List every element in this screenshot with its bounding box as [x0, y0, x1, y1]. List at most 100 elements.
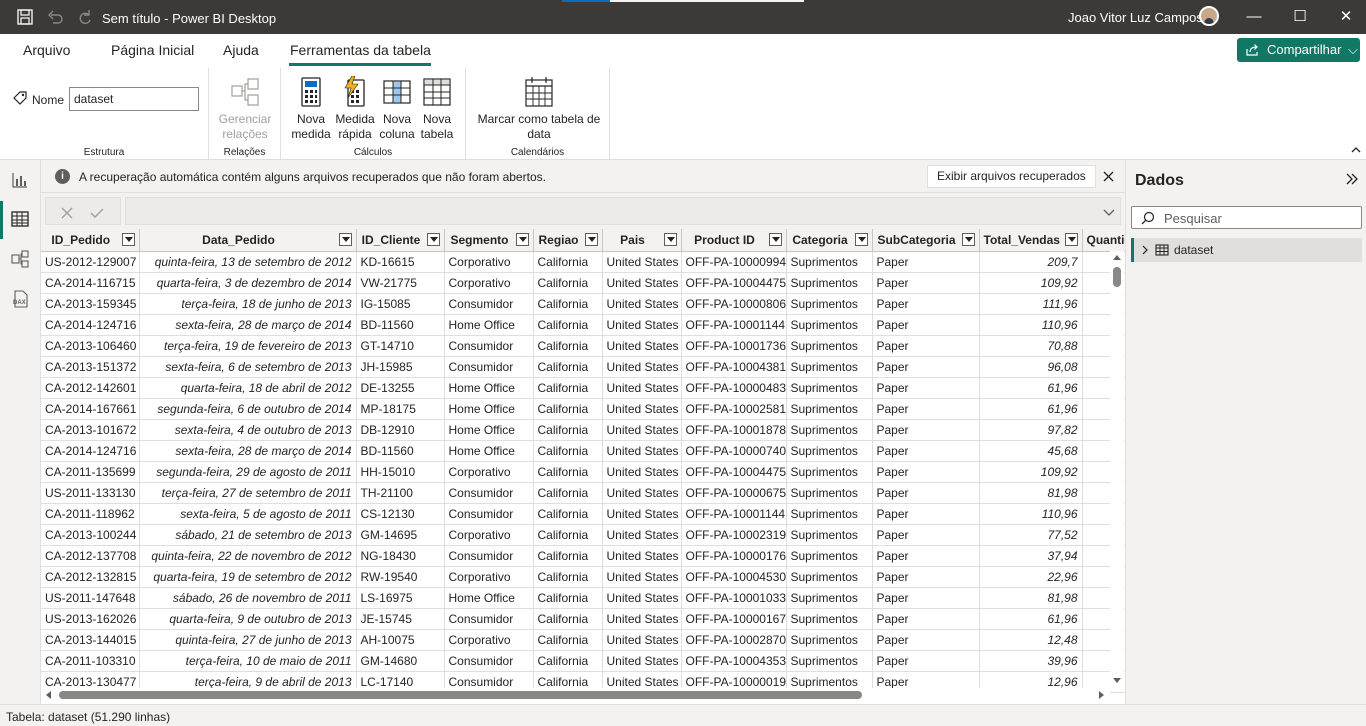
- cell-regiao[interactable]: California: [533, 251, 603, 273]
- new-table-button[interactable]: Nova tabela: [417, 76, 457, 142]
- column-header-categoria[interactable]: Categoria: [786, 229, 873, 252]
- cell-product-id[interactable]: OFF-PA-10002581: [681, 398, 787, 420]
- minimize-icon[interactable]: —: [1245, 8, 1263, 26]
- close-window-icon[interactable]: ✕: [1337, 8, 1355, 26]
- cell-pais[interactable]: United States: [602, 650, 682, 672]
- cell-product-id[interactable]: OFF-PA-10001144: [681, 314, 787, 336]
- cell-regiao[interactable]: California: [533, 377, 603, 399]
- cell-id-pedido[interactable]: CA-2011-103310: [41, 650, 140, 672]
- vertical-scroll-thumb[interactable]: [1113, 267, 1121, 287]
- cell-categoria[interactable]: Suprimentos: [786, 524, 873, 546]
- scroll-down-icon[interactable]: [1113, 678, 1121, 683]
- manage-relations-button[interactable]: Gerenciar relações: [217, 76, 273, 142]
- cell-total-vendas[interactable]: 37,94: [979, 545, 1083, 567]
- cell-id-cliente[interactable]: IG-15085: [356, 293, 445, 315]
- cell-regiao[interactable]: California: [533, 461, 603, 483]
- cell-data-pedido[interactable]: quarta-feira, 18 de abril de 2012: [139, 377, 357, 399]
- cell-product-id[interactable]: OFF-PA-10004353: [681, 650, 787, 672]
- new-measure-button[interactable]: Nova medida: [289, 76, 333, 142]
- cell-segmento[interactable]: Consumidor: [444, 608, 534, 630]
- vertical-scrollbar[interactable]: [1110, 251, 1124, 688]
- cell-data-pedido[interactable]: quarta-feira, 19 de setembro de 2012: [139, 566, 357, 588]
- cell-subcategoria[interactable]: Paper: [872, 587, 980, 609]
- filter-dropdown-icon[interactable]: [338, 233, 352, 246]
- cell-segmento[interactable]: Home Office: [444, 398, 534, 420]
- cell-regiao[interactable]: California: [533, 335, 603, 357]
- cell-categoria[interactable]: Suprimentos: [786, 629, 873, 651]
- cell-regiao[interactable]: California: [533, 608, 603, 630]
- cell-subcategoria[interactable]: Paper: [872, 251, 980, 273]
- cell-id-pedido[interactable]: CA-2013-106460: [41, 335, 140, 357]
- cell-id-pedido[interactable]: CA-2014-116715: [41, 272, 140, 294]
- cell-segmento[interactable]: Home Office: [444, 314, 534, 336]
- filter-dropdown-icon[interactable]: [426, 233, 440, 246]
- scroll-left-icon[interactable]: [46, 691, 51, 699]
- view-recovered-files-button[interactable]: Exibir arquivos recuperados: [927, 165, 1096, 188]
- filter-dropdown-icon[interactable]: [121, 233, 135, 246]
- cell-id-pedido[interactable]: CA-2011-118962: [41, 503, 140, 525]
- cell-product-id[interactable]: OFF-PA-10004475: [681, 272, 787, 294]
- cell-categoria[interactable]: Suprimentos: [786, 251, 873, 273]
- cell-id-cliente[interactable]: BD-11560: [356, 314, 445, 336]
- table-row[interactable]: CA-2011-135699 segunda-feira, 29 de agost…: [41, 461, 1125, 483]
- cell-id-cliente[interactable]: RW-19540: [356, 566, 445, 588]
- cell-pais[interactable]: United States: [602, 482, 682, 504]
- cell-segmento[interactable]: Corporativo: [444, 524, 534, 546]
- cell-product-id[interactable]: OFF-PA-10000483: [681, 377, 787, 399]
- cell-segmento[interactable]: Corporativo: [444, 629, 534, 651]
- cell-regiao[interactable]: California: [533, 398, 603, 420]
- cell-total-vendas[interactable]: 45,68: [979, 440, 1083, 462]
- cell-pais[interactable]: United States: [602, 251, 682, 273]
- cell-id-pedido[interactable]: CA-2013-159345: [41, 293, 140, 315]
- cell-total-vendas[interactable]: 81,98: [979, 482, 1083, 504]
- maximize-icon[interactable]: ☐: [1291, 8, 1309, 26]
- data-pane-item-dataset[interactable]: dataset: [1131, 238, 1362, 262]
- cell-id-pedido[interactable]: CA-2014-124716: [41, 314, 140, 336]
- cell-categoria[interactable]: Suprimentos: [786, 314, 873, 336]
- bar-chart-icon[interactable]: [10, 170, 30, 190]
- formula-input[interactable]: [125, 197, 1121, 225]
- cell-pais[interactable]: United States: [602, 587, 682, 609]
- dax-icon[interactable]: DAX: [10, 289, 30, 309]
- menu-pagina-inicial[interactable]: Página Inicial: [111, 42, 194, 58]
- cell-product-id[interactable]: OFF-PA-10004530: [681, 566, 787, 588]
- cell-id-pedido[interactable]: US-2011-147648: [41, 587, 140, 609]
- cell-subcategoria[interactable]: Paper: [872, 566, 980, 588]
- cell-product-id[interactable]: OFF-PA-10004475: [681, 461, 787, 483]
- cell-regiao[interactable]: California: [533, 524, 603, 546]
- cell-total-vendas[interactable]: 110,96: [979, 503, 1083, 525]
- filter-dropdown-icon[interactable]: [515, 233, 529, 246]
- cell-regiao[interactable]: California: [533, 545, 603, 567]
- cell-data-pedido[interactable]: quinta-feira, 27 de junho de 2013: [139, 629, 357, 651]
- cell-segmento[interactable]: Corporativo: [444, 461, 534, 483]
- cell-product-id[interactable]: OFF-PA-10000806: [681, 293, 787, 315]
- cell-total-vendas[interactable]: 70,88: [979, 335, 1083, 357]
- cell-regiao[interactable]: California: [533, 503, 603, 525]
- cell-pais[interactable]: United States: [602, 440, 682, 462]
- collapse-ribbon-icon[interactable]: [1350, 144, 1362, 156]
- table-row[interactable]: US-2011-147648 sábado, 26 de novembro de …: [41, 587, 1125, 609]
- cell-categoria[interactable]: Suprimentos: [786, 356, 873, 378]
- cell-data-pedido[interactable]: sexta-feira, 28 de março de 2014: [139, 440, 357, 462]
- table-row[interactable]: CA-2013-159345 terça-feira, 18 de junho d…: [41, 293, 1125, 315]
- table-row[interactable]: CA-2012-137708 quinta-feira, 22 de novemb…: [41, 545, 1125, 567]
- cell-segmento[interactable]: Home Office: [444, 377, 534, 399]
- cell-regiao[interactable]: California: [533, 272, 603, 294]
- cell-regiao[interactable]: California: [533, 419, 603, 441]
- cell-id-pedido[interactable]: CA-2012-132815: [41, 566, 140, 588]
- cell-regiao[interactable]: California: [533, 629, 603, 651]
- cell-regiao[interactable]: California: [533, 440, 603, 462]
- cancel-formula-icon[interactable]: [60, 206, 74, 220]
- cell-subcategoria[interactable]: Paper: [872, 503, 980, 525]
- cell-subcategoria[interactable]: Paper: [872, 377, 980, 399]
- cell-id-cliente[interactable]: JE-15745: [356, 608, 445, 630]
- cell-data-pedido[interactable]: terça-feira, 18 de junho de 2013: [139, 293, 357, 315]
- cell-id-cliente[interactable]: AH-10075: [356, 629, 445, 651]
- cell-subcategoria[interactable]: Paper: [872, 335, 980, 357]
- cell-segmento[interactable]: Corporativo: [444, 251, 534, 273]
- close-icon[interactable]: [1101, 169, 1116, 184]
- cell-id-cliente[interactable]: LS-16975: [356, 587, 445, 609]
- scroll-right-icon[interactable]: [1099, 691, 1104, 699]
- horizontal-scroll-thumb[interactable]: [59, 691, 862, 699]
- chevron-down-icon[interactable]: [1102, 205, 1116, 219]
